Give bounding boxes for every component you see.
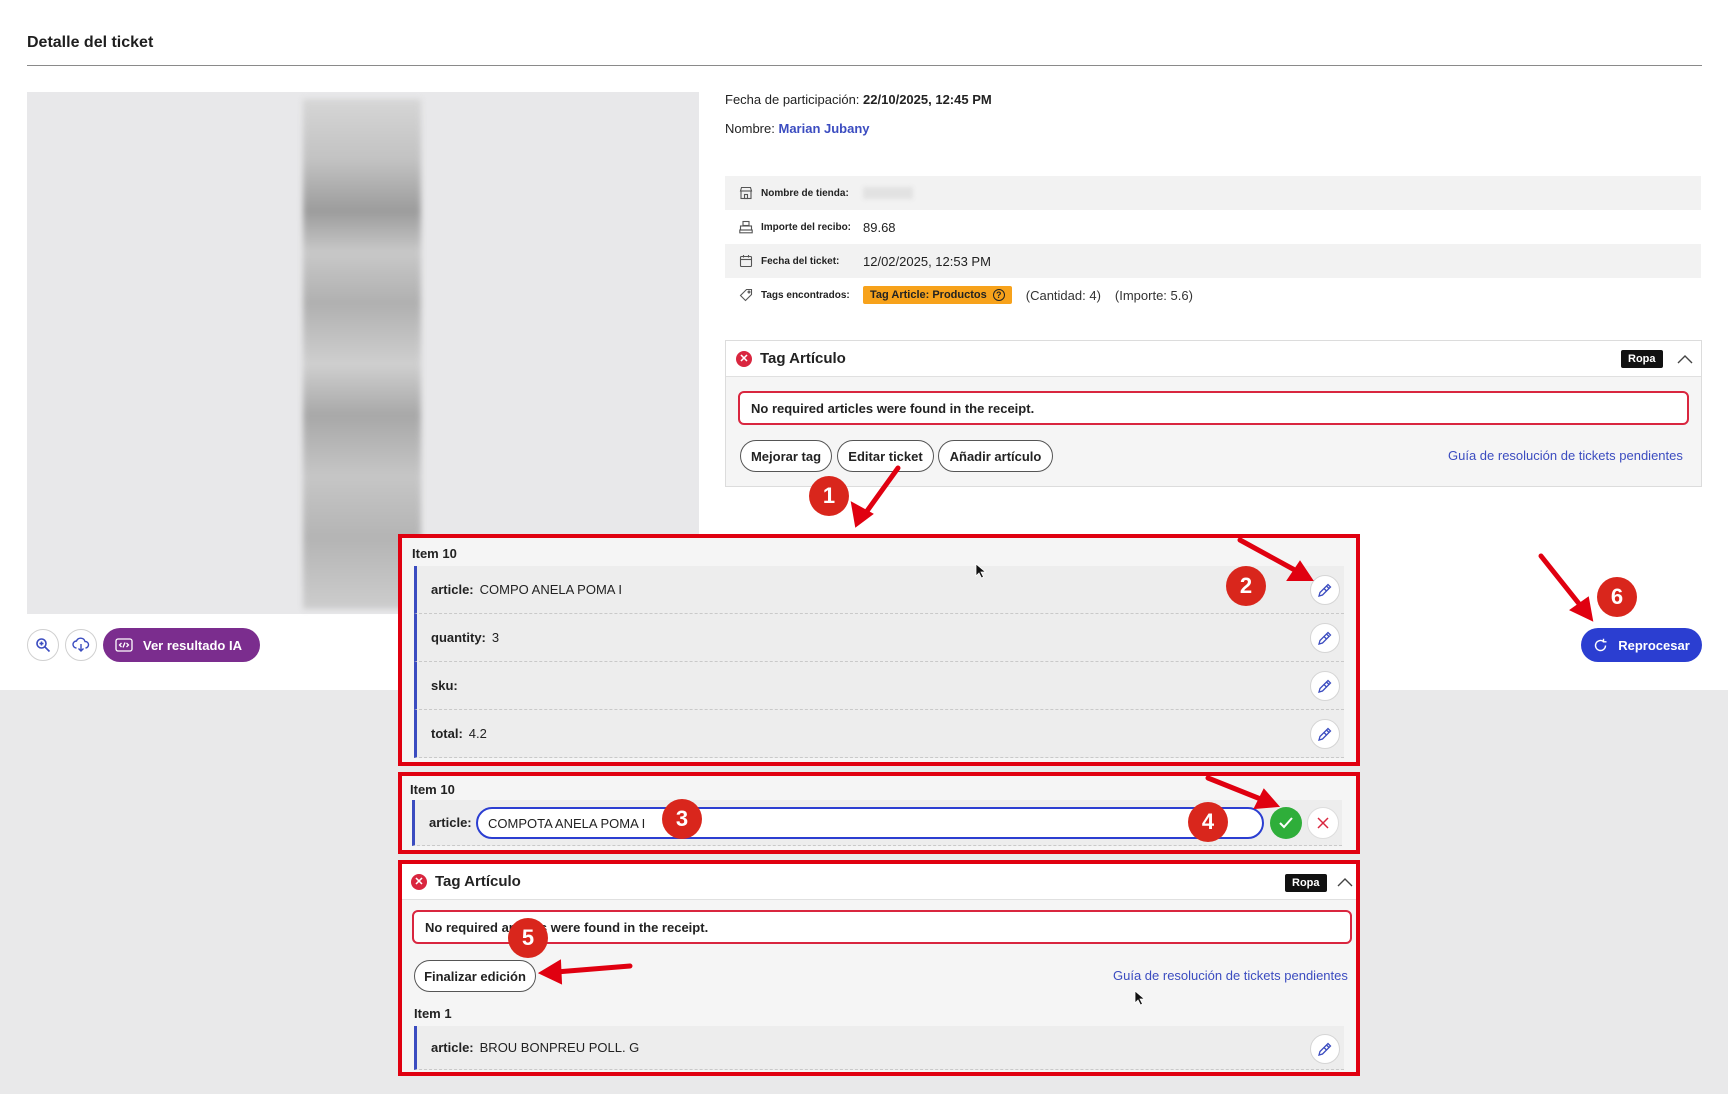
arrow-2 [1237,537,1305,577]
arrow-5 [553,963,633,975]
arrow-5-head [537,959,563,985]
mouse-cursor-icon [975,563,987,579]
mouse-cursor-icon [1134,990,1146,1006]
annotation-arrows [537,465,1594,985]
arrow-4-head [1253,788,1281,810]
arrow-6 [1538,553,1587,613]
